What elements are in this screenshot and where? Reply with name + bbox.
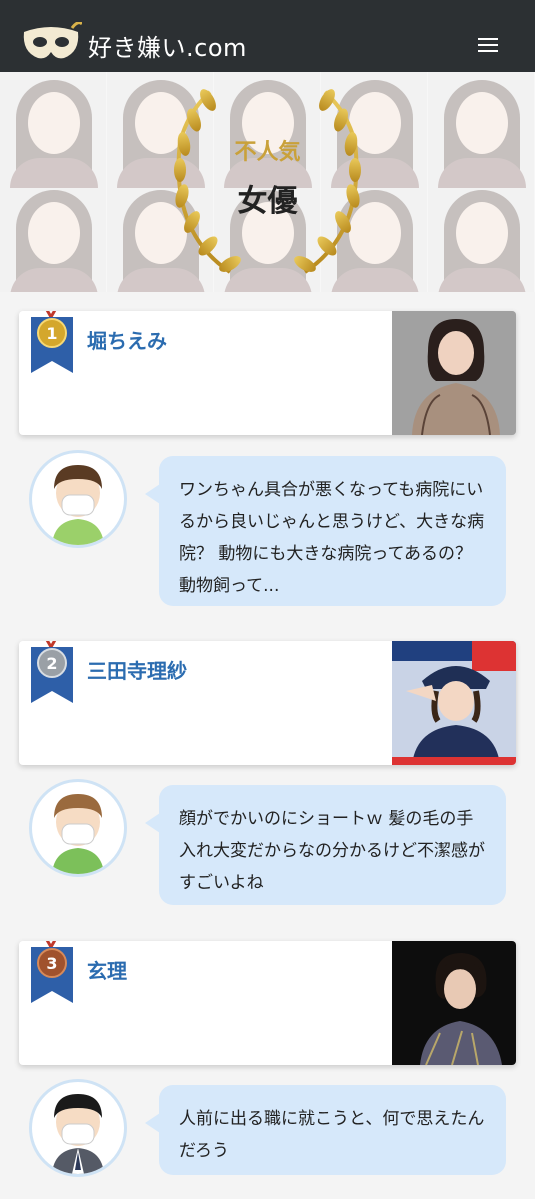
gold-medal-icon: 1 bbox=[31, 311, 73, 373]
comment-bubble: ワンちゃん具合が悪くなっても病院にいるから良いじゃんと思うけど、大きな病院？ 動… bbox=[145, 456, 506, 606]
mask-logo-icon[interactable] bbox=[20, 22, 82, 64]
hamburger-menu-icon[interactable] bbox=[478, 38, 498, 54]
actress-name[interactable]: 三田寺理紗 bbox=[87, 655, 187, 684]
ranking-card-1[interactable]: 1 堀ちえみ bbox=[19, 311, 516, 435]
hero-subtitle: 不人気 bbox=[234, 140, 301, 165]
commenter-avatar bbox=[29, 1079, 127, 1177]
site-name[interactable]: 好き嫌い.com bbox=[88, 28, 247, 63]
ranking-card-2[interactable]: 2 三田寺理紗 bbox=[19, 641, 516, 765]
silver-medal-icon: 2 bbox=[31, 641, 73, 703]
hero-banner: 不人気 女優 bbox=[0, 72, 535, 292]
actress-photo[interactable] bbox=[392, 311, 516, 435]
actress-name[interactable]: 玄理 bbox=[87, 955, 127, 984]
commenter-avatar bbox=[29, 450, 127, 548]
svg-text:3: 3 bbox=[46, 954, 57, 973]
site-header: 好き嫌い.com bbox=[0, 0, 535, 72]
hero-title: 女優 bbox=[237, 184, 298, 219]
comment-bubble: 人前に出る職に就こうと、何で思えたんだろう bbox=[145, 1085, 506, 1175]
svg-text:2: 2 bbox=[46, 654, 57, 673]
actress-name[interactable]: 堀ちえみ bbox=[87, 325, 167, 354]
actress-photo[interactable] bbox=[392, 641, 516, 765]
ranking-card-3[interactable]: 3 玄理 bbox=[19, 941, 516, 1065]
actress-photo[interactable] bbox=[392, 941, 516, 1065]
bronze-medal-icon: 3 bbox=[31, 941, 73, 1003]
svg-text:1: 1 bbox=[46, 324, 57, 343]
comment-bubble: 顔がでかいのにショートｗ 髪の毛の手入れ大変だからなの分かるけど不潔感がすごいよ… bbox=[145, 785, 506, 905]
commenter-avatar bbox=[29, 779, 127, 877]
